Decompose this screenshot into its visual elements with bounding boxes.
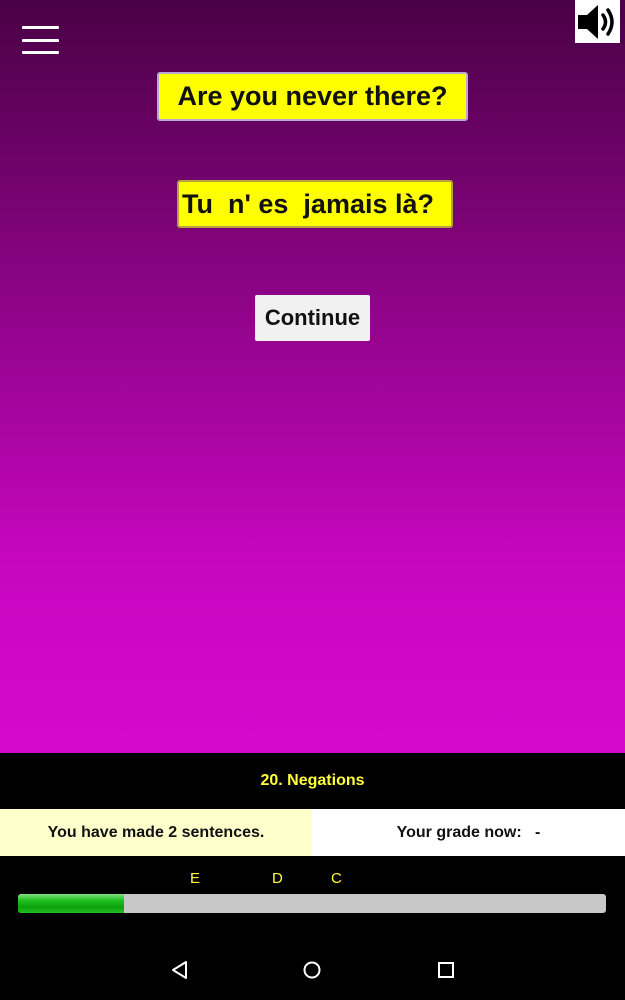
menu-icon[interactable] bbox=[22, 26, 59, 54]
speaker-icon bbox=[577, 4, 614, 39]
menu-line bbox=[22, 38, 59, 42]
lesson-title-bar: 20. Negations bbox=[0, 753, 625, 809]
prompt-text: Are you never there? bbox=[177, 81, 448, 111]
menu-line bbox=[22, 26, 59, 29]
menu-line bbox=[22, 51, 59, 54]
sentences-count: You have made 2 sentences. bbox=[0, 809, 312, 856]
back-icon[interactable] bbox=[170, 960, 190, 980]
answer-card[interactable]: Tu n' es jamais là? bbox=[177, 180, 453, 228]
sound-button[interactable] bbox=[575, 0, 620, 43]
recents-icon[interactable] bbox=[436, 960, 456, 980]
lesson-title: 20. Negations bbox=[260, 772, 365, 789]
grade-marker-e: E bbox=[190, 870, 201, 887]
current-grade: Your grade now: - bbox=[312, 809, 625, 856]
stats-row: You have made 2 sentences. Your grade no… bbox=[0, 809, 625, 856]
answer-text: Tu n' es jamais là? bbox=[182, 188, 435, 219]
prompt-card: Are you never there? bbox=[157, 72, 468, 121]
grade-marker-d: D bbox=[272, 870, 283, 887]
grade-marker-c: C bbox=[331, 870, 342, 887]
main-area: Are you never there? Tu n' es jamais là?… bbox=[0, 0, 625, 753]
grade-progress-bar bbox=[18, 894, 606, 913]
continue-button[interactable]: Continue bbox=[255, 295, 370, 341]
grade-progress-fill bbox=[18, 894, 124, 913]
home-icon[interactable] bbox=[302, 960, 322, 980]
